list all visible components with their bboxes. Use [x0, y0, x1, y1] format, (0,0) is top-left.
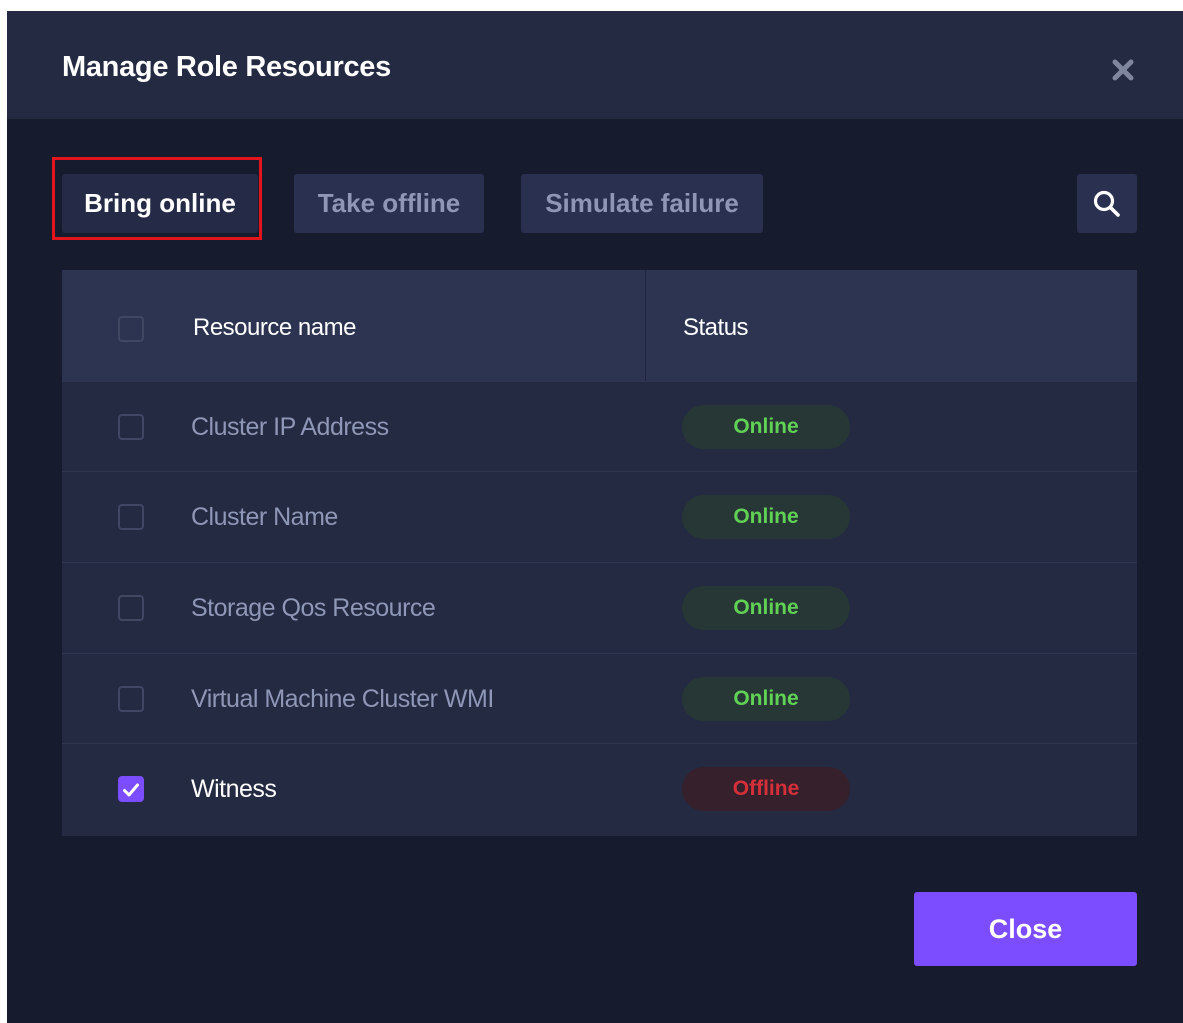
status-badge: Online: [682, 586, 850, 630]
dialog-header: Manage Role Resources: [7, 11, 1183, 119]
table-row[interactable]: Storage Qos Resource Online: [62, 562, 1137, 652]
table-row[interactable]: Witness Offline: [62, 743, 1137, 833]
column-header-resource-name[interactable]: Resource name: [193, 314, 356, 342]
resource-name: Cluster Name: [191, 503, 338, 531]
table-header: Resource name Status: [62, 270, 1137, 381]
status-badge: Online: [682, 405, 850, 449]
row-checkbox[interactable]: [118, 595, 144, 621]
resource-name: Virtual Machine Cluster WMI: [191, 685, 494, 713]
status-badge: Offline: [682, 767, 850, 811]
row-checkbox[interactable]: [118, 414, 144, 440]
row-checkbox[interactable]: [118, 776, 144, 802]
row-checkbox[interactable]: [118, 504, 144, 530]
search-icon: [1093, 190, 1120, 217]
resource-name: Storage Qos Resource: [191, 594, 436, 622]
close-button[interactable]: Close: [914, 892, 1137, 966]
row-checkbox[interactable]: [118, 686, 144, 712]
resource-name: Cluster IP Address: [191, 413, 389, 441]
checkmark-icon: [123, 783, 139, 797]
column-divider[interactable]: [645, 270, 646, 381]
resources-table: Resource name Status Cluster IP Address …: [62, 270, 1137, 836]
select-all-checkbox[interactable]: [118, 316, 144, 342]
status-badge: Online: [682, 495, 850, 539]
manage-role-resources-dialog: Manage Role Resources Bring online Take …: [7, 11, 1183, 1023]
dialog-title: Manage Role Resources: [62, 51, 391, 83]
search-button[interactable]: [1077, 174, 1137, 233]
column-header-status[interactable]: Status: [683, 314, 749, 342]
take-offline-button[interactable]: Take offline: [294, 174, 484, 233]
resource-name: Witness: [191, 775, 277, 803]
bring-online-button[interactable]: Bring online: [62, 174, 258, 233]
simulate-failure-button[interactable]: Simulate failure: [521, 174, 763, 233]
table-row[interactable]: Cluster Name Online: [62, 471, 1137, 561]
table-row[interactable]: Cluster IP Address Online: [62, 381, 1137, 471]
close-icon[interactable]: [1112, 59, 1134, 81]
table-row[interactable]: Virtual Machine Cluster WMI Online: [62, 653, 1137, 743]
status-badge: Online: [682, 677, 850, 721]
